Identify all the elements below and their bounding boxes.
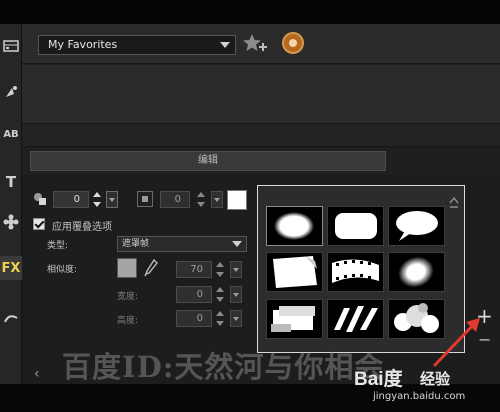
mask-thumb-ellipse[interactable] (266, 206, 323, 246)
similarity-stepper[interactable] (215, 261, 226, 278)
mask-thumb-brush-rect[interactable] (266, 299, 323, 339)
similarity-color-swatch[interactable] (117, 258, 137, 278)
back-arrow-button[interactable]: ‹ (34, 366, 40, 382)
tab-edit[interactable]: 编辑 (30, 151, 386, 171)
opacity-icon (137, 191, 153, 207)
width-stepper[interactable] (215, 286, 226, 303)
width-label: 宽度: (117, 292, 139, 302)
apply-overlay-label: 应用覆叠选项 (52, 222, 112, 233)
baidu-logo: Bai度 (354, 369, 403, 390)
top-bar (0, 0, 500, 24)
path-icon[interactable] (0, 306, 22, 330)
type-select[interactable]: 遮罩帧 (117, 236, 247, 252)
mask-thumb-film-strip[interactable] (327, 252, 384, 292)
rotation-ease-button[interactable] (106, 191, 118, 208)
media-icon[interactable] (0, 34, 22, 58)
mask-thumb-torn-paper[interactable] (266, 252, 323, 292)
border-color-swatch[interactable] (227, 190, 247, 210)
similarity-input[interactable]: 70 (176, 261, 212, 278)
baidu-url: jingyan.baidu.com (373, 391, 466, 402)
width-input[interactable]: 0 (176, 286, 212, 303)
transition-icon[interactable] (0, 80, 22, 104)
height-stepper[interactable] (215, 310, 226, 327)
chevron-down-icon (220, 42, 230, 48)
title-icon[interactable]: AB (0, 122, 22, 146)
type-label: 类型: (47, 241, 69, 251)
library-select-value: My Favorites (48, 38, 118, 51)
height-input[interactable]: 0 (176, 310, 212, 327)
add-favorite-star-icon[interactable] (242, 32, 268, 56)
mask-thumb-rounded-rect[interactable] (327, 206, 384, 246)
fx-icon[interactable]: FX (0, 256, 22, 280)
mask-thumb-stripes[interactable] (327, 299, 384, 339)
layers-icon (33, 192, 47, 209)
baidu-logo-suffix: 经验 (420, 370, 451, 388)
library-header: My Favorites (22, 24, 500, 64)
library-select[interactable]: My Favorites (38, 35, 236, 55)
rotation-input[interactable]: 0 (53, 191, 89, 208)
opacity-stepper[interactable] (196, 191, 207, 208)
library-badge-icon[interactable] (282, 32, 304, 54)
divider-band (22, 123, 500, 147)
opacity-input[interactable]: 0 (160, 191, 190, 208)
height-label: 高度: (117, 316, 139, 326)
mask-thumb-speech-bubble[interactable] (388, 206, 445, 246)
watermark-text: 百度ID:天然河与你相会 (62, 350, 385, 384)
similarity-ease-button[interactable] (230, 261, 242, 278)
height-ease-button[interactable] (230, 310, 242, 327)
similarity-label: 相似度: (47, 265, 78, 275)
graphic-icon[interactable] (0, 210, 22, 234)
width-ease-button[interactable] (230, 286, 242, 303)
video-editor-window: AB T FX My Favorites 编辑 0 0 应用覆叠选项 类型: 遮… (0, 0, 500, 412)
preview-strip (22, 65, 500, 123)
text-icon[interactable]: T (0, 170, 22, 194)
apply-overlay-checkbox[interactable] (33, 218, 45, 230)
mask-thumb-blurred-oval[interactable] (388, 252, 445, 292)
type-select-value: 遮罩帧 (122, 239, 150, 249)
annotation-arrow-icon (430, 308, 490, 373)
rotation-stepper[interactable] (92, 191, 103, 208)
left-toolbar: AB T FX (0, 24, 22, 412)
chevron-down-icon (232, 241, 242, 247)
eyedropper-icon[interactable] (144, 258, 158, 277)
opacity-ease-button[interactable] (211, 191, 223, 208)
